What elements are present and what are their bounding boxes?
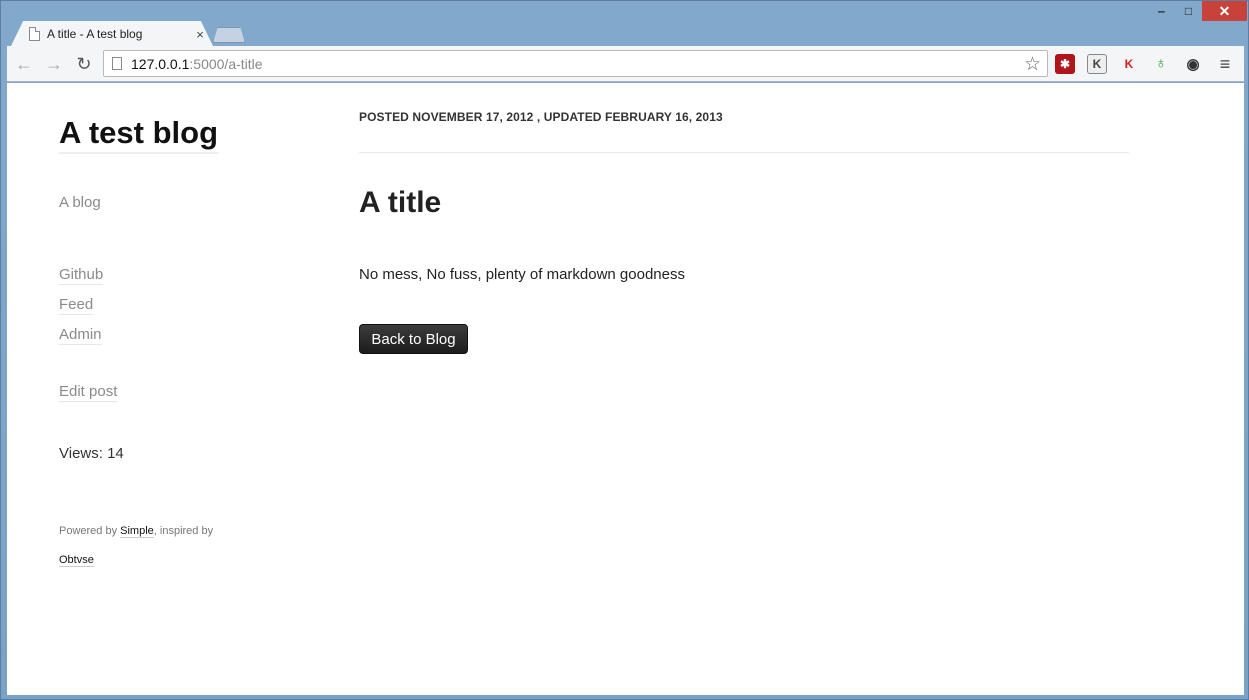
powered-prefix: Powered by — [59, 525, 121, 537]
page-icon — [29, 27, 40, 41]
tab-close-icon[interactable]: × — [193, 27, 207, 42]
edit-post-link[interactable]: Edit post — [59, 383, 118, 402]
powered-by: Powered by Simple, inspired by — [59, 525, 259, 538]
simple-link[interactable]: Simple — [120, 525, 154, 538]
minimize-button[interactable]: ‒ — [1148, 1, 1175, 21]
page-content: A test blog A blog Github Feed Admin Edi… — [7, 83, 1244, 695]
browser-window: A title - A test blog × ‒ □ ✕ ← → ↻ 127.… — [0, 0, 1249, 700]
menu-icon[interactable]: ≡ — [1215, 54, 1235, 74]
close-window-button[interactable]: ✕ — [1202, 1, 1247, 21]
lastpass-icon[interactable]: ✱ — [1055, 54, 1075, 74]
evernote-icon[interactable]: ♁ — [1151, 54, 1171, 74]
incognito-mask-icon[interactable]: ◉ — [1183, 54, 1203, 74]
maximize-button[interactable]: □ — [1175, 1, 1202, 21]
k-extension-icon[interactable]: K — [1087, 54, 1107, 74]
blog-title[interactable]: A test blog — [59, 115, 219, 154]
tab-title: A title - A test blog — [47, 27, 143, 41]
back-arrow-icon[interactable]: ← — [13, 54, 35, 74]
browser-toolbar: ← → ↻ 127.0.0.1 :5000/a-title ☆ ✱ K K ♁ … — [7, 46, 1244, 82]
post-title: A title — [359, 186, 442, 219]
views-count: Views: 14 — [59, 445, 124, 462]
kaspersky-icon[interactable]: K — [1119, 54, 1139, 74]
url-host: 127.0.0.1 — [131, 55, 190, 72]
address-bar[interactable]: 127.0.0.1 :5000/a-title ☆ — [103, 50, 1048, 77]
admin-link[interactable]: Admin — [59, 326, 102, 345]
reload-icon[interactable]: ↻ — [73, 54, 95, 74]
blog-description: A blog — [59, 194, 101, 211]
tab-content[interactable]: A title - A test blog × — [29, 25, 207, 43]
powered-suffix: , inspired by — [153, 525, 214, 537]
url-path: :5000/a-title — [189, 55, 263, 72]
tab-strip: A title - A test blog × ‒ □ ✕ — [1, 1, 1248, 46]
page-icon — [112, 57, 122, 70]
new-tab-button[interactable] — [213, 27, 245, 43]
post-meta: POSTED NOVEMBER 17, 2012 , UPDATED FEBRU… — [359, 110, 723, 124]
window-controls: ‒ □ ✕ — [1148, 1, 1247, 21]
feed-link[interactable]: Feed — [59, 296, 94, 315]
forward-arrow-icon[interactable]: → — [43, 54, 65, 74]
post-body: No mess, No fuss, plenty of markdown goo… — [359, 266, 685, 283]
back-to-blog-button[interactable]: Back to Blog — [359, 324, 468, 354]
bookmark-star-icon[interactable]: ☆ — [1024, 53, 1041, 76]
obtvse-link[interactable]: Obtvse — [59, 554, 94, 567]
divider — [359, 152, 1129, 153]
github-link[interactable]: Github — [59, 266, 104, 285]
